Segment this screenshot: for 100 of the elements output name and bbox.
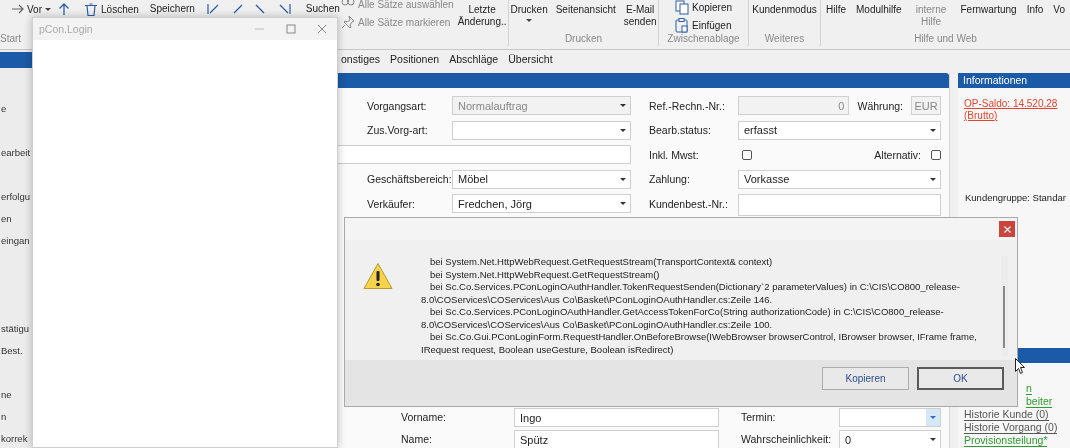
combo-box[interactable]: Fredchen, Jörg [452, 194, 631, 213]
sidebar-item[interactable]: n [0, 406, 32, 428]
stack-trace-line: bei Sc.Co.Services.PConLoginOAuthHandler.TokenRequestSenden(Dictionary`2 parameterValues) in C:\CIS\CO800_release-8.0\COServices\COServices\Aus Co\Basket\PConLoginOAuthHandler.cs:Zeile 146. [421, 281, 961, 306]
caret-icon [620, 177, 626, 181]
ribbon-button[interactable]: Info [1025, 0, 1045, 16]
up-button[interactable] [58, 3, 70, 16]
field-label: Kundenbest.-Nr.: [649, 197, 729, 210]
stack-trace-line: bei System.Net.HttpWebRequest.GetRequestStream() [429, 268, 661, 281]
warning-icon [363, 262, 393, 290]
combo-value: erfasst [744, 124, 778, 136]
maximize-icon [285, 24, 296, 34]
save-button[interactable]: Speichern [149, 3, 195, 14]
field-label: Verkäufer: [367, 197, 416, 210]
combo-value: Normalauftrag [458, 99, 529, 112]
field-label: Wahrscheinlichkeit: [741, 433, 833, 445]
field-label: Währung: [857, 99, 903, 112]
sidebar-item[interactable]: stätigu [0, 318, 32, 340]
combo-box[interactable]: 0 [839, 430, 941, 448]
text-field[interactable] [337, 145, 631, 164]
caret-icon [930, 128, 936, 132]
combo-box[interactable]: Möbel [452, 169, 631, 189]
combo-value: Vorkasse [744, 173, 791, 185]
field-label: Vorgangsart: [367, 99, 428, 112]
bar-arrow-icon [278, 3, 291, 15]
close-icon [316, 24, 327, 34]
ribbon-group-label: Hilfe und Web [913, 33, 978, 46]
ribbon-button[interactable]: Einfügen [675, 18, 732, 33]
combo-box[interactable]: erfasst [738, 120, 941, 140]
tab[interactable]: Abschläge [444, 50, 504, 68]
ribbon-button[interactable]: Vo [1052, 0, 1066, 16]
copy-icon [675, 0, 689, 15]
search-button[interactable]: Suchen [305, 3, 340, 14]
ribbon-button[interactable]: Fernwartung [959, 0, 1018, 16]
ribbon-group-label: Weiteres [763, 33, 806, 46]
ribbon-button[interactable]: Kundenmodus [752, 0, 817, 16]
tab[interactable]: Positionen [385, 50, 445, 68]
ribbon-button[interactable]: Modulhilfe [855, 0, 903, 16]
field-label: Bearb.status: [649, 124, 712, 136]
field-label: Vorname: [401, 411, 447, 423]
ribbon-button[interactable]: Kopieren [675, 0, 732, 15]
sidebar-item[interactable]: korrek [0, 428, 32, 448]
sidebar-item[interactable]: ne [0, 384, 32, 406]
info-link[interactable]: beiter [1026, 395, 1053, 408]
clipboard-icon [675, 18, 689, 33]
field-label: Inkl. Mwst: [649, 148, 700, 161]
ok-button[interactable]: OK [917, 366, 1004, 390]
text-field[interactable]: Ingo [514, 408, 719, 427]
right-arrow-icon [12, 3, 24, 15]
checkbox[interactable] [742, 149, 752, 160]
balance-link[interactable]: OP-Saldo: 14.520,28 (Brutto) [958, 88, 1070, 122]
sidebar-item[interactable]: e [0, 98, 32, 120]
customer-group-text: Kundengruppe: Standar [964, 191, 1067, 203]
next-record-button[interactable] [254, 3, 267, 15]
sidebar-item[interactable]: earbeit [0, 142, 32, 164]
ribbon-group-label: Zwischenablage [666, 33, 741, 46]
sidebar-item[interactable]: erfolgu [0, 186, 32, 208]
info-link[interactable]: Historie Kunde (0) [964, 408, 1049, 421]
info-link[interactable]: n [1026, 382, 1032, 395]
caret-icon [930, 438, 936, 441]
pin-icon [341, 15, 355, 29]
tab[interactable]: Übersicht [503, 50, 558, 68]
mouse-pointer-icon [1015, 358, 1025, 374]
caret-icon [620, 202, 626, 205]
field-label: Zahlung: [649, 173, 691, 185]
sidebar-item[interactable]: eingan [0, 230, 32, 252]
text-field[interactable]: Spütz [514, 430, 719, 448]
combo-value: 0 [845, 433, 853, 446]
last-record-button[interactable] [278, 3, 291, 15]
tab[interactable]: onstiges [336, 50, 386, 68]
caret-icon [930, 177, 936, 181]
caret-icon [620, 128, 626, 132]
caret-icon [45, 7, 51, 11]
info-link[interactable]: Provisionsteilung* [964, 434, 1048, 447]
delete-button[interactable]: Löschen [84, 3, 139, 16]
combo-box[interactable]: Vorkasse [738, 169, 941, 189]
first-record-button[interactable] [206, 3, 219, 15]
combo-value: Fredchen, Jörg [458, 197, 533, 210]
ribbon-group-label: Drucken [563, 33, 604, 46]
sidebar-item[interactable]: en [0, 208, 32, 230]
field-label: Alternativ: [874, 148, 921, 161]
history-forward-button[interactable]: Vor [12, 3, 51, 15]
ribbon-button[interactable]: Seitenansicht [554, 0, 617, 16]
ribbon-group-label: Start [0, 33, 23, 46]
stack-trace-line: bei Sc.Co.Gui.PConLoginForm.RequestHandler.OnBeforeBrowse(IWebBrowser browserControl, IBrowser browser, IFrame frame, IRequest request, Boolean useGesture, Boolean isRedirect) [421, 331, 978, 356]
ribbon-button[interactable]: Hilfe [825, 0, 847, 16]
ribbon-button[interactable]: E-Mail senden [622, 0, 658, 28]
caret-icon [620, 104, 626, 107]
field-label: Termin: [741, 411, 777, 423]
ribbon-button[interactable]: Drucken [509, 0, 549, 22]
copy-button[interactable]: Kopieren [822, 366, 909, 390]
last-change-button[interactable]: Letzte Änderung.. [456, 0, 508, 28]
stack-trace-line: bei Sc.Co.Services.PConLoginOAuthHandler.GetAccessTokenForCo(String authorizationCode) in C:\CIS\CO800_release-8.0\COServices\COServices\Aus Co\Basket\PConLoginOAuthHandler.cs:Zeile 100. [421, 306, 945, 331]
close-button[interactable] [999, 221, 1015, 237]
field-label: Ref.-Rechn.-Nr.: [649, 99, 726, 112]
info-link[interactable]: Historie Vorgang (0) [964, 421, 1058, 434]
sidebar-selection-bar [0, 52, 32, 68]
checkbox[interactable] [931, 149, 941, 160]
scrollbar[interactable] [1001, 256, 1008, 356]
stack-trace-line: bei System.Net.HttpWebRequest.GetRequestStream(TransportContext& context) [429, 256, 774, 269]
sidebar-item[interactable]: Best. [0, 340, 32, 362]
